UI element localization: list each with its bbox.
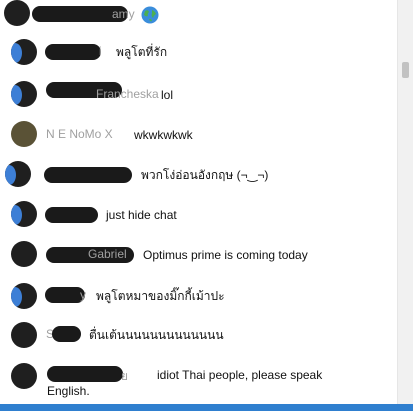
message-text: idiot Thai people, please speak English.	[47, 368, 323, 398]
globe-icon	[141, 6, 159, 24]
avatar[interactable]	[11, 201, 37, 227]
chat-message: just hide chat	[0, 199, 396, 229]
message-text: พลูโตที่รัก	[116, 45, 168, 59]
avatar[interactable]	[11, 121, 37, 147]
message-text: พลูโตหมาของมิ๊กกี้เม้าปะ	[96, 289, 225, 303]
author-name: N E NoMo X	[46, 127, 113, 141]
chat-message: amy	[0, 0, 396, 28]
chat-input-bar-edge	[0, 404, 413, 411]
author-name: amy	[112, 7, 135, 21]
avatar[interactable]	[11, 363, 37, 389]
message-text: wkwkwkwk	[134, 128, 193, 142]
chat-message: Gabriel Optimus prime is coming today	[0, 239, 396, 269]
avatar[interactable]	[11, 241, 37, 267]
redacted-username	[44, 167, 132, 183]
message-text: Optimus prime is coming today	[143, 248, 308, 262]
scrollbar-thumb[interactable]	[402, 62, 409, 78]
avatar[interactable]	[11, 81, 37, 107]
avatar[interactable]	[11, 39, 37, 65]
message-text: ตื่นเต้นนนนนนนนนนนนน	[89, 328, 224, 342]
chat-message: i พลูโตที่รัก	[0, 38, 396, 66]
message-text: พวกโง่อ่อนอังกฤษ (¬‿¬)	[141, 168, 269, 182]
live-chat-panel[interactable]: amy i พลูโตที่รัก Francheska lol N E NoM…	[0, 0, 413, 411]
redacted-username	[45, 44, 101, 60]
chat-scrollbar[interactable]	[397, 0, 413, 405]
message-text: lol	[161, 88, 174, 102]
author-name: Francheska	[96, 87, 159, 101]
author-name: i	[99, 44, 102, 58]
author-name: Gabriel	[88, 247, 127, 261]
author-name: y	[80, 288, 86, 302]
chat-message: N E NoMo X wkwkwkwk	[0, 118, 396, 147]
avatar[interactable]	[5, 161, 31, 187]
message-text: just hide chat	[106, 208, 177, 222]
chat-message: y พลูโตหมาของมิ๊กกี้เม้าปะ	[0, 281, 396, 311]
avatar[interactable]	[11, 322, 37, 348]
redacted-username	[45, 287, 85, 303]
redacted-username	[45, 207, 98, 223]
avatar[interactable]	[11, 283, 37, 309]
redacted-username	[52, 326, 81, 342]
avatar[interactable]	[4, 0, 30, 26]
chat-message: Francheska lol	[0, 79, 396, 107]
chat-message: ย idiot Thai people, please speak Englis…	[0, 362, 396, 404]
chat-message: พวกโง่อ่อนอังกฤษ (¬‿¬)	[0, 158, 396, 188]
chat-message: S ตื่นเต้นนนนนนนนนนนนน	[0, 321, 396, 349]
